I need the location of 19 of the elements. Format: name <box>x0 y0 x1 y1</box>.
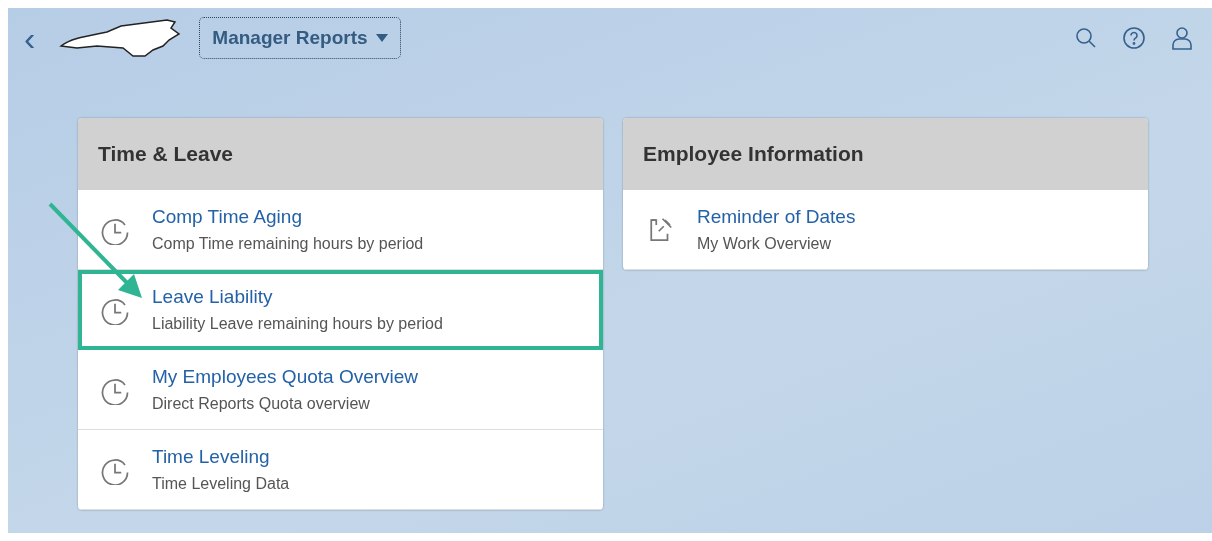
item-subtitle: Liability Leave remaining hours by period <box>152 313 443 334</box>
item-link[interactable]: Reminder of Dates <box>697 203 856 232</box>
group-title: Employee Information <box>623 118 1148 190</box>
list-item[interactable]: Leave Liability Liability Leave remaining hours by period <box>78 270 603 350</box>
caret-icon <box>375 34 388 42</box>
item-subtitle: Time Leveling Data <box>152 473 290 494</box>
list-item[interactable]: Reminder of Dates My Work Overview <box>623 190 1148 270</box>
item-link[interactable]: Leave Liability <box>152 283 273 312</box>
item-subtitle: Direct Reports Quota overview <box>152 393 371 414</box>
list-item[interactable]: Time Leveling Time Leveling Data <box>78 430 603 510</box>
item-link[interactable]: Time Leveling <box>152 443 270 472</box>
item-link[interactable]: Comp Time Aging <box>152 203 302 232</box>
list-item[interactable]: Comp Time Aging Comp Time remaining hours by period <box>78 190 603 270</box>
item-subtitle: My Work Overview <box>697 233 832 254</box>
group-title: Time & Leave <box>78 118 603 190</box>
item-subtitle: Comp Time remaining hours by period <box>152 233 424 254</box>
back-button[interactable]: ‹ <box>18 21 42 55</box>
list-item[interactable]: My Employees Quota Overview Direct Reports Quota overview <box>78 350 603 430</box>
item-link[interactable]: My Employees Quota Overview <box>152 363 419 392</box>
